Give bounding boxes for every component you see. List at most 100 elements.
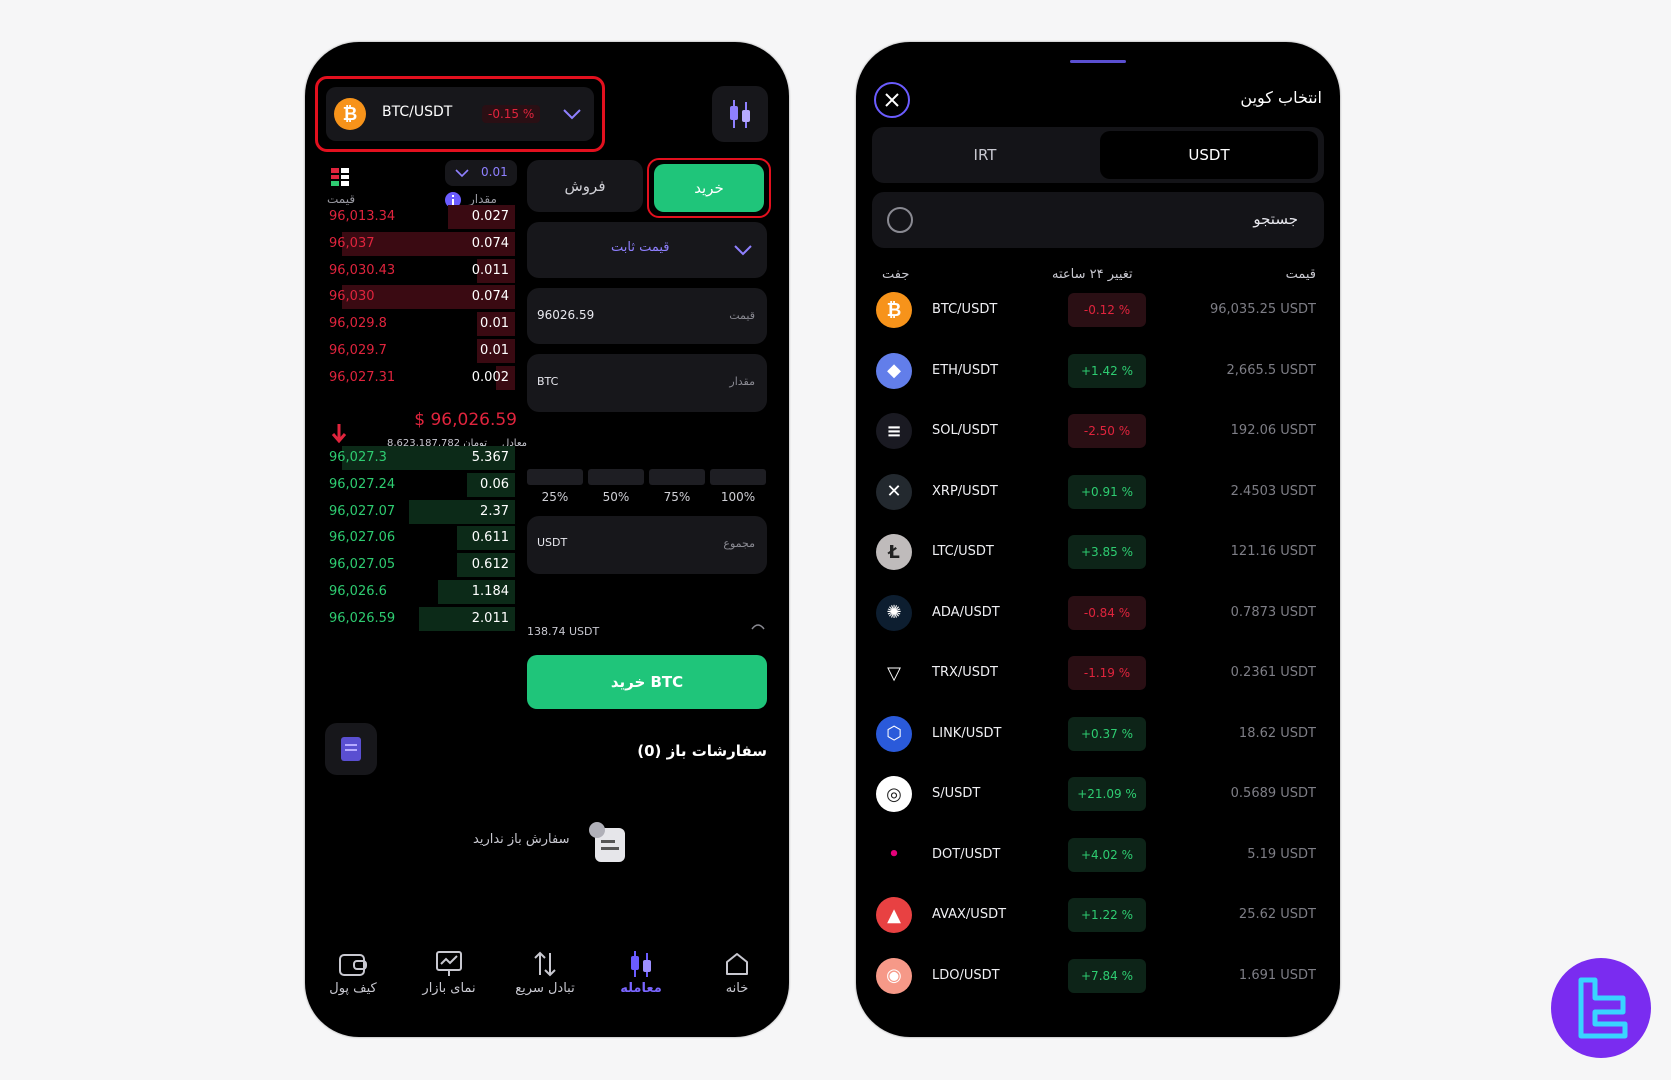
coin-pair: S/USDT [932,786,981,801]
home-icon [726,953,748,975]
amount-label: مقدار [729,375,755,388]
coin-row[interactable]: ◆ ETH/USDT +1.42 % 2,665.5 USDT [856,341,1340,401]
bid-row[interactable]: 96,027.3 5.367 [323,445,515,471]
percent-100[interactable]: 100% [710,490,766,504]
pair-selector-highlight: ₿ BTC/USDT -0.15 % [315,76,605,152]
coin-row[interactable]: • DOT/USDT +4.02 % 5.19 USDT [856,825,1340,885]
brand-mark-icon [1578,977,1628,1039]
coin-row[interactable]: ≡ SOL/USDT -2.50 % 192.06 USDT [856,401,1340,461]
coin-row[interactable]: ⬡ LINK/USDT +0.37 % 18.62 USDT [856,704,1340,764]
sheet-handle[interactable] [1070,60,1126,63]
tab-buy[interactable]: خرید [654,164,764,212]
orderbook-view-icon[interactable] [331,168,349,186]
percent-bar-25[interactable] [527,469,583,485]
order-type-select[interactable]: قیمت ثابت [527,222,767,278]
bid-row[interactable]: 96,026.59 2.011 [323,606,515,632]
coin-change: +0.91 % [1068,474,1146,509]
pair-selector[interactable]: ₿ BTC/USDT -0.15 % [326,87,594,141]
nav-swap[interactable]: تبادل سریع [505,947,585,996]
amount-field[interactable]: BTC مقدار [527,354,767,412]
chainlink-icon: ⬡ [876,715,912,752]
coin-price: 0.7873 USDT [1230,604,1316,620]
last-price: $ 96,026.59 [414,410,517,430]
bid-qty: 5.367 [471,450,509,465]
ask-price: 96,030 [329,289,375,305]
coin-row[interactable]: ▽ TRX/USDT -1.19 % 0.2361 USDT [856,643,1340,703]
ethereum-icon: ◆ [876,352,912,389]
tron-icon: ▽ [876,655,912,691]
percent-bar-100[interactable] [710,469,766,485]
chart-button[interactable] [712,86,768,142]
nav-home-label: خانه [725,981,749,996]
bid-qty: 2.37 [480,503,509,519]
total-field[interactable]: USDT مجموع [527,516,767,574]
bid-price: 96,027.05 [329,557,396,573]
coin-row[interactable]: ₿ BTC/USDT -0.12 % 96,035.25 USDT [856,280,1340,340]
bid-row[interactable]: 96,027.24 0.06 [323,472,515,498]
nav-home[interactable]: خانه [697,947,777,996]
close-button[interactable] [874,82,910,118]
bid-row[interactable]: 96,026.6 1.184 [323,579,515,605]
nav-trade[interactable]: معامله [601,947,681,996]
step-selector[interactable]: 0.01 [445,160,517,186]
avalanche-icon: ▲ [876,897,912,933]
brand-logo [1551,958,1651,1058]
market-chart-icon [436,951,462,976]
bid-row[interactable]: 96,027.07 2.37 [323,499,515,525]
balance-refresh-icon[interactable] [751,622,765,630]
percent-bar-50[interactable] [588,469,644,485]
coin-row[interactable]: ✺ ADA/USDT -0.84 % 0.7873 USDT [856,583,1340,643]
coin-change: +1.22 % [1068,898,1146,932]
coin-change: +21.09 % [1068,777,1146,811]
nav-market[interactable]: نمای بازار [409,947,489,996]
coin-row[interactable]: ◉ LDO/USDT +7.84 % 1.691 USDT [856,946,1340,1006]
segment-usdt[interactable]: USDT [1100,131,1318,179]
bid-price: 96,026.6 [329,584,387,599]
swap-arrows-icon [534,951,556,977]
percent-75[interactable]: 75% [649,490,705,504]
ask-row[interactable]: 96,037 0.074 [323,231,515,257]
buy-btc-button[interactable]: خرید BTC [527,655,767,709]
balance-value: 138.74 USDT [527,625,600,638]
ask-row[interactable]: 96,029.7 0.01 [323,338,515,364]
price-field[interactable]: 96026.59 قیمت [527,288,767,344]
receipt-icon [341,737,361,761]
nav-wallet[interactable]: کیف پول [313,947,393,996]
cardano-icon: ✺ [876,594,912,631]
percent-50[interactable]: 50% [588,490,644,504]
ask-row[interactable]: 96,013.34 0.027 [323,204,515,230]
percent-bar-75[interactable] [649,469,705,485]
bid-qty: 0.611 [471,530,509,546]
bid-qty: 0.06 [480,476,509,492]
coin-change: -2.50 % [1068,414,1146,448]
coin-change: -1.19 % [1068,656,1146,690]
nav-market-label: نمای بازار [422,981,476,996]
bid-price: 96,027.24 [329,476,396,492]
coin-row[interactable]: ✕ XRP/USDT +0.91 % 2.4503 USDT [856,462,1340,522]
bid-row[interactable]: 96,027.05 0.612 [323,552,515,578]
search-field[interactable]: جستجو [872,192,1324,248]
bitcoin-icon: ₿ [334,98,366,130]
ask-row[interactable]: 96,030 0.074 [323,284,515,310]
price-label: قیمت [729,309,755,322]
coin-pair: SOL/USDT [932,423,998,438]
ask-row[interactable]: 96,030.43 0.011 [323,258,515,284]
coin-row[interactable]: ◎ S/USDT +21.09 % 0.5689 USDT [856,764,1340,824]
pair-symbol: BTC/USDT [382,104,453,120]
ask-row[interactable]: 96,029.8 0.01 [323,311,515,337]
search-placeholder: جستجو [1253,210,1298,228]
coin-change: +0.37 % [1068,716,1146,751]
bid-row[interactable]: 96,027.06 0.611 [323,525,515,551]
ask-row[interactable]: 96,027.31 0.002 [323,365,515,391]
tab-sell[interactable]: فروش [527,160,643,212]
ask-qty: 0.01 [480,316,509,332]
segment-irt[interactable]: IRT [872,127,1098,183]
coin-row[interactable]: ▲ AVAX/USDT +1.22 % 25.62 USDT [856,885,1340,945]
coin-price: 5.19 USDT [1247,846,1316,862]
solana-icon: ≡ [876,413,912,449]
ask-qty: 0.011 [471,262,509,278]
percent-25[interactable]: 25% [527,490,583,504]
coin-row[interactable]: Ł LTC/USDT +3.85 % 121.16 USDT [856,522,1340,582]
nav-wallet-label: کیف پول [329,981,377,996]
orders-button[interactable] [325,723,377,775]
